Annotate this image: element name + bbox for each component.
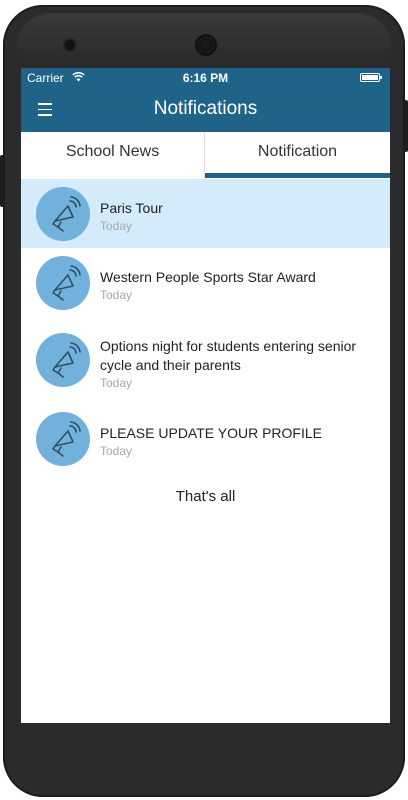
status-bar: Carrier 6:16 PM — [21, 68, 390, 88]
active-tab-indicator — [205, 173, 390, 178]
megaphone-icon — [36, 412, 90, 466]
notification-time: Today — [100, 288, 133, 302]
page-title: Notifications — [153, 98, 258, 119]
notification-item[interactable]: Options night for students entering seni… — [21, 317, 390, 404]
megaphone-icon — [36, 256, 90, 310]
notification-item[interactable]: Paris Tour Today — [21, 179, 390, 248]
notification-time: Today — [100, 219, 133, 233]
phone-frame: Carrier 6:16 PM Notifications School New… — [3, 5, 405, 797]
megaphone-icon — [36, 187, 90, 241]
notification-list: Paris Tour Today Western People Sports S… — [21, 179, 390, 473]
notification-time: Today — [100, 444, 133, 458]
tab-notification[interactable]: Notification — [205, 132, 390, 179]
tab-bar: School News Notification — [21, 132, 390, 179]
notification-item[interactable]: PLEASE UPDATE YOUR PROFILE Today — [21, 404, 390, 473]
notification-title: Western People Sports Star Award — [100, 269, 316, 285]
tab-school-news[interactable]: School News — [21, 132, 205, 179]
notification-title: Paris Tour — [100, 200, 163, 216]
notification-item[interactable]: Western People Sports Star Award Today — [21, 248, 390, 317]
volume-button — [0, 155, 4, 207]
megaphone-icon — [36, 333, 90, 387]
front-camera — [65, 40, 75, 50]
app-screen: Carrier 6:16 PM Notifications School New… — [21, 68, 390, 723]
status-time: 6:16 PM — [182, 71, 229, 85]
battery-icon — [360, 73, 382, 82]
notification-title: Options night for students entering seni… — [100, 338, 357, 373]
end-of-list-text: That's all — [175, 488, 236, 505]
navigation-bar: Notifications — [21, 88, 390, 132]
notification-time: Today — [100, 376, 133, 390]
earpiece-speaker — [195, 34, 217, 56]
power-button — [404, 100, 408, 152]
notification-title: PLEASE UPDATE YOUR PROFILE — [100, 425, 322, 441]
